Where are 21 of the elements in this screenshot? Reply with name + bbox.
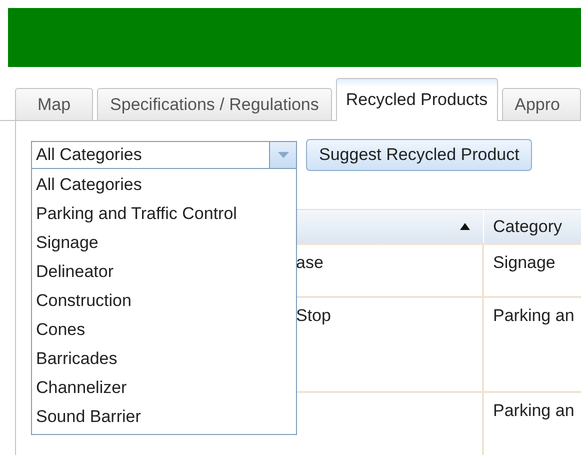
- column-header[interactable]: Category: [484, 210, 581, 243]
- tab[interactable]: Appro: [502, 88, 581, 120]
- dropdown-option[interactable]: Construction: [32, 286, 296, 315]
- table-cell: Parking an: [484, 298, 581, 391]
- category-dropdown[interactable]: All Categories: [31, 141, 297, 169]
- tab[interactable]: Map: [15, 88, 94, 120]
- dropdown-option[interactable]: Delineator: [32, 257, 296, 286]
- tab[interactable]: Specifications / Regulations: [97, 88, 332, 120]
- tab[interactable]: Recycled Products: [336, 78, 498, 121]
- dropdown-option[interactable]: Signage: [32, 228, 296, 257]
- table-cell: Signage: [484, 245, 581, 296]
- dropdown-option[interactable]: Sound Barrier: [32, 402, 296, 431]
- dropdown-option[interactable]: Barricades: [32, 344, 296, 373]
- table-cell: Parking an: [484, 393, 581, 455]
- dropdown-option[interactable]: All Categories: [32, 170, 296, 199]
- selected-value: All Categories: [35, 145, 143, 165]
- suggest-button[interactable]: Suggest Recycled Product: [306, 139, 532, 171]
- dropdown-option[interactable]: Parking and Traffic Control: [32, 199, 296, 228]
- dropdown-option[interactable]: Channelizer: [32, 373, 296, 402]
- sort-ascending-icon[interactable]: [460, 223, 470, 230]
- dropdown-option[interactable]: Cones: [32, 315, 296, 344]
